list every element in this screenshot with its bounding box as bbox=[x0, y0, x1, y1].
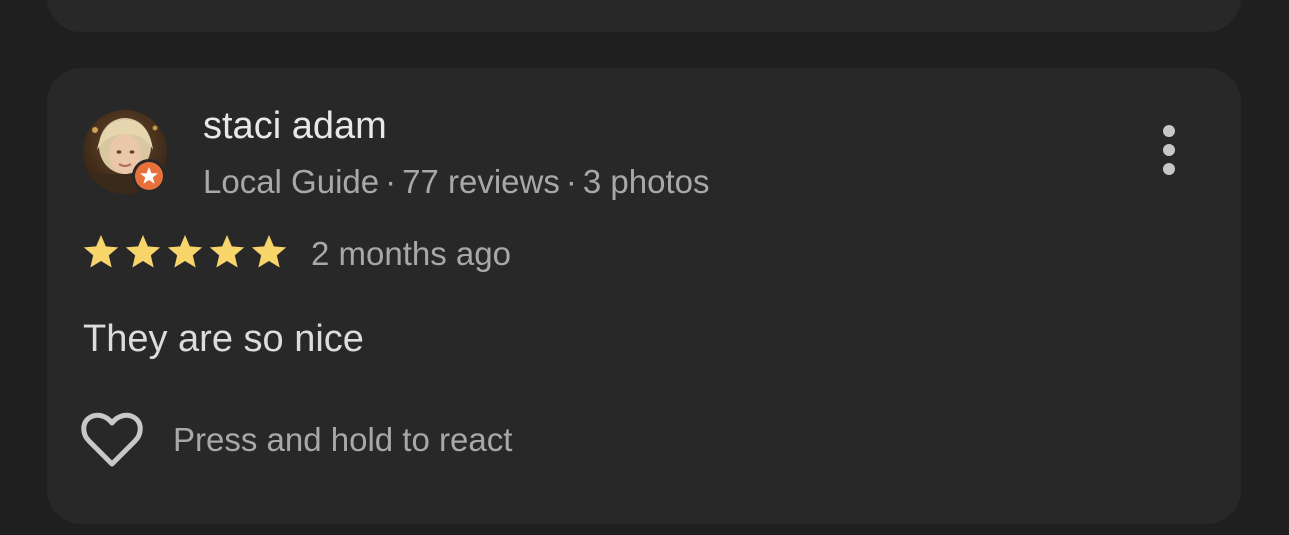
star-icon bbox=[167, 235, 203, 268]
meta-separator: · bbox=[385, 163, 397, 200]
local-guide-star-badge-icon bbox=[132, 159, 166, 193]
reviewer-meta: Local Guide · 77 reviews · 3 photos bbox=[203, 162, 709, 202]
react-label: Press and hold to react bbox=[173, 421, 513, 458]
reviewer-name[interactable]: staci adam bbox=[203, 104, 387, 148]
more-vertical-icon bbox=[1163, 125, 1175, 175]
reviews-count: 77 reviews bbox=[402, 163, 560, 200]
meta-separator: · bbox=[565, 163, 577, 200]
review-card: staci adam Local Guide · 77 reviews · 3 phot… bbox=[47, 68, 1241, 524]
previous-review-card bbox=[47, 0, 1241, 32]
star-icon bbox=[209, 235, 245, 268]
star-icon bbox=[251, 235, 287, 268]
heart-outline-icon bbox=[81, 412, 143, 467]
react-button[interactable]: Press and hold to react bbox=[81, 410, 512, 470]
reviews-list: staci adam Local Guide · 77 reviews · 3 phot… bbox=[0, 0, 1289, 535]
avatar[interactable] bbox=[83, 110, 167, 194]
review-time: 2 months ago bbox=[311, 235, 511, 272]
review-text[interactable]: They are so nice bbox=[83, 316, 364, 362]
local-guide-label: Local Guide bbox=[203, 163, 380, 200]
photos-count: 3 photos bbox=[582, 163, 710, 200]
more-options-button[interactable] bbox=[1147, 120, 1191, 180]
avatar-photo bbox=[83, 110, 167, 194]
star-icon bbox=[125, 235, 161, 268]
star-rating bbox=[81, 232, 289, 272]
star-icon bbox=[83, 235, 119, 268]
